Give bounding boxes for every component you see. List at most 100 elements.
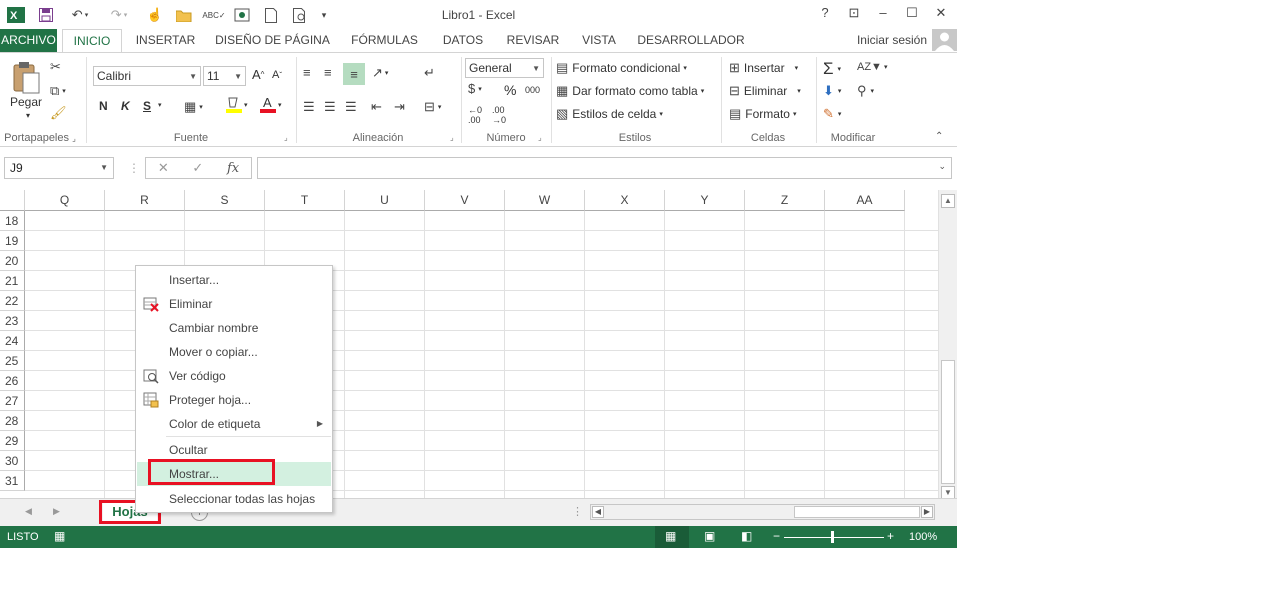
confirm-entry-icon[interactable]: ✓ — [192, 160, 203, 176]
format-cells-button[interactable]: ▤ Formato ▾ — [729, 106, 797, 122]
column-header[interactable]: X — [585, 190, 665, 211]
row-header[interactable]: 26 — [0, 371, 25, 391]
font-name-dropdown[interactable]: Calibri ▼ — [93, 66, 201, 86]
next-sheet-icon[interactable]: ▶ — [53, 506, 60, 517]
minimize-button[interactable]: – — [872, 5, 894, 23]
number-dialog-launcher-icon[interactable]: ⌟ — [538, 133, 542, 142]
paste-icon[interactable] — [8, 59, 44, 99]
row-header[interactable]: 24 — [0, 331, 25, 351]
fill-color-icon[interactable]: ▾ — [226, 95, 248, 115]
tab-inicio[interactable]: INICIO — [62, 29, 122, 53]
menu-item-color-de-etiqueta[interactable]: Color de etiqueta ▶ — [137, 412, 331, 436]
wrap-text-icon[interactable]: ↵ — [424, 65, 435, 81]
row-header[interactable]: 31 — [0, 471, 25, 491]
row-header[interactable]: 23 — [0, 311, 25, 331]
currency-format-icon[interactable]: $ ▾ — [468, 81, 482, 96]
conditional-formatting-button[interactable]: ▤ Formato condicional ▾ — [556, 60, 687, 76]
zoom-level[interactable]: 100% — [909, 531, 937, 543]
row-header[interactable]: 19 — [0, 231, 25, 251]
autosum-icon[interactable]: Σ ▾ — [823, 59, 841, 79]
sign-in-link[interactable]: Iniciar sesión — [857, 33, 927, 47]
horizontal-scroll-thumb[interactable] — [794, 506, 920, 518]
row-header[interactable]: 28 — [0, 411, 25, 431]
menu-item-proteger-hoja[interactable]: Proteger hoja... — [137, 388, 331, 412]
sort-filter-icon[interactable]: AZ▼ ▾ — [857, 61, 887, 73]
vertical-scroll-thumb[interactable] — [941, 360, 955, 484]
tab-datos[interactable]: DATOS — [434, 29, 492, 52]
align-right-icon[interactable]: ☰ — [345, 99, 357, 115]
select-all-corner[interactable] — [0, 190, 25, 211]
normal-view-icon[interactable]: ▦ — [665, 529, 676, 543]
font-dialog-launcher-icon[interactable]: ⌟ — [284, 133, 288, 142]
menu-item-insertar[interactable]: Insertar... — [137, 268, 331, 292]
horizontal-scrollbar[interactable]: ◀ ▶ — [590, 504, 935, 520]
delete-cells-button[interactable]: ⊟ Eliminar ▾ — [729, 83, 801, 99]
collapse-ribbon-icon[interactable]: ⌃ — [935, 131, 943, 142]
underline-button[interactable]: S — [143, 99, 151, 113]
formula-input[interactable]: ⌄ — [257, 157, 952, 179]
align-left-icon[interactable]: ☰ — [303, 99, 315, 115]
italic-button[interactable]: K — [121, 99, 130, 113]
previous-sheet-icon[interactable]: ◀ — [25, 506, 32, 517]
comma-style-button[interactable]: 000 — [525, 85, 540, 95]
find-select-icon[interactable]: ⚲ ▾ — [857, 83, 874, 99]
insert-function-icon[interactable]: fx — [227, 161, 239, 176]
cut-icon[interactable]: ✂ — [50, 59, 61, 75]
column-header[interactable]: S — [185, 190, 265, 211]
number-format-dropdown[interactable]: General ▼ — [465, 58, 544, 78]
zoom-out-icon[interactable]: − — [773, 529, 780, 543]
row-header[interactable]: 25 — [0, 351, 25, 371]
column-header[interactable]: U — [345, 190, 425, 211]
maximize-button[interactable]: ☐ — [901, 5, 923, 23]
decrease-decimal-icon[interactable]: .00 →0 — [492, 105, 506, 125]
scroll-right-icon[interactable]: ▶ — [921, 506, 933, 518]
clear-icon[interactable]: ✎ ▾ — [823, 106, 841, 122]
fill-icon[interactable]: ⬇ ▾ — [823, 83, 841, 99]
cancel-entry-icon[interactable]: ✕ — [158, 160, 169, 176]
column-header[interactable]: AA — [825, 190, 905, 211]
paste-button[interactable]: Pegar — [10, 95, 42, 109]
paste-dropdown-icon[interactable]: ▾ — [26, 111, 30, 120]
menu-item-eliminar[interactable]: Eliminar — [137, 292, 331, 316]
menu-item-ver-codigo[interactable]: Ver código — [137, 364, 331, 388]
column-header[interactable]: Q — [25, 190, 105, 211]
row-header[interactable]: 29 — [0, 431, 25, 451]
page-break-view-icon[interactable]: ◧ — [741, 529, 752, 543]
column-header[interactable]: T — [265, 190, 345, 211]
page-layout-view-icon[interactable]: ▣ — [704, 529, 715, 543]
vertical-scrollbar[interactable]: ▲ ▼ — [938, 190, 957, 500]
scroll-up-icon[interactable]: ▲ — [941, 194, 955, 208]
font-color-icon[interactable]: A ▾ — [260, 95, 282, 115]
align-top-icon[interactable]: ≡ — [303, 65, 311, 80]
expand-formula-bar-icon[interactable]: ⌄ — [938, 161, 946, 172]
avatar[interactable] — [932, 29, 957, 51]
tab-archivo[interactable]: ARCHIVO — [0, 29, 57, 52]
name-box-dropdown-icon[interactable]: ▼ — [100, 158, 108, 178]
row-header[interactable]: 21 — [0, 271, 25, 291]
column-header[interactable]: R — [105, 190, 185, 211]
menu-item-cambiar-nombre[interactable]: Cambiar nombre — [137, 316, 331, 340]
zoom-in-icon[interactable]: + — [887, 529, 894, 543]
row-header[interactable]: 18 — [0, 211, 25, 231]
align-bottom-icon[interactable]: ≡ — [343, 63, 365, 85]
close-button[interactable]: ✕ — [930, 5, 952, 23]
cell-styles-button[interactable]: ▧ Estilos de celda ▾ — [556, 106, 663, 122]
tab-split-grip-icon[interactable]: ⋮ — [572, 505, 583, 518]
menu-item-seleccionar-todas-las-hojas[interactable]: Seleccionar todas las hojas — [137, 487, 331, 511]
tab-desarrollador[interactable]: DESARROLLADOR — [632, 29, 750, 52]
tab-formulas[interactable]: FÓRMULAS — [342, 29, 427, 52]
format-as-table-button[interactable]: ▦ Dar formato como tabla ▾ — [556, 83, 704, 99]
zoom-slider-handle[interactable] — [831, 531, 834, 543]
tab-diseno-de-pagina[interactable]: DISEÑO DE PÁGINA — [210, 29, 335, 52]
borders-icon[interactable]: ▦ ▾ — [184, 99, 203, 115]
row-header[interactable]: 27 — [0, 391, 25, 411]
insert-cells-button[interactable]: ⊞ Insertar ▾ — [729, 60, 798, 76]
help-button[interactable]: ? — [814, 5, 836, 23]
align-middle-icon[interactable]: ≡ — [324, 65, 332, 80]
font-size-dropdown[interactable]: 11 ▼ — [203, 66, 246, 86]
ribbon-display-options-button[interactable]: ⊡ — [843, 5, 865, 23]
column-header[interactable]: V — [425, 190, 505, 211]
percent-style-button[interactable]: % — [504, 82, 516, 98]
zoom-slider[interactable] — [784, 537, 884, 538]
decrease-font-size-icon[interactable]: Aˇ — [272, 69, 282, 81]
